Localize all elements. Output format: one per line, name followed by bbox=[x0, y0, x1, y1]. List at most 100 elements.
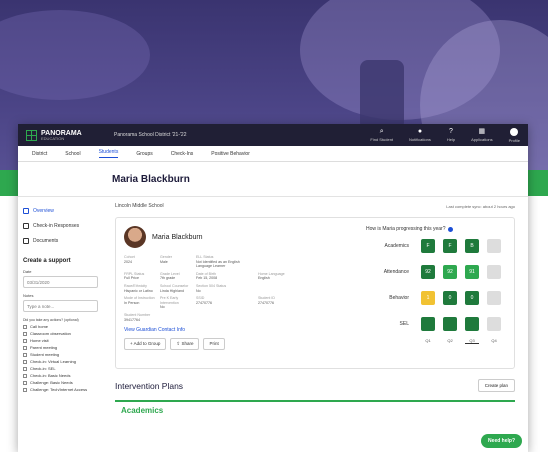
progress-box[interactable]: B bbox=[465, 239, 479, 253]
progress-row: Behavior 1 0 0 bbox=[366, 286, 509, 310]
progress-box[interactable]: 1 bbox=[421, 291, 435, 305]
info-icon[interactable] bbox=[448, 226, 454, 232]
nav-help[interactable]: ? Help bbox=[447, 128, 455, 143]
action-checkbox[interactable]: Check-in: SEL bbox=[23, 366, 98, 371]
info-field: FRPL Status Full Price bbox=[124, 271, 145, 281]
tab-check-ins[interactable]: Check-Ins bbox=[171, 151, 194, 157]
nav-find-student[interactable]: ⌕ Find Student bbox=[370, 128, 393, 143]
action-checkbox[interactable]: Parent meeting bbox=[23, 345, 98, 350]
progress-box[interactable] bbox=[421, 317, 435, 331]
tab-school[interactable]: School bbox=[65, 151, 80, 157]
progress-box[interactable]: 91 bbox=[465, 265, 479, 279]
need-help-button[interactable]: Need help? bbox=[481, 434, 522, 448]
create-plan-button[interactable]: Create plan bbox=[477, 379, 515, 392]
student-info-grid: Cohort 2024 Gender Male ELL Status Not Identi… bbox=[124, 255, 348, 322]
info-field: Race/Ethnicity Hispanic or Latino bbox=[124, 283, 153, 293]
action-checkbox[interactable]: Home visit bbox=[23, 338, 98, 343]
date-label: Date bbox=[23, 269, 32, 274]
progress-box[interactable]: 0 bbox=[465, 291, 479, 305]
info-field: SSID 27470776 bbox=[196, 296, 212, 305]
student-photo bbox=[124, 226, 146, 248]
term-label[interactable]: Q1 bbox=[421, 338, 435, 344]
sidebar-item-check-in-responses[interactable]: Check-in Responses bbox=[23, 218, 98, 233]
district-name: Panorama School District '21-'22 bbox=[114, 132, 187, 138]
progress-question: How is Maria progressing this year? bbox=[366, 226, 509, 232]
notes-label: Notes bbox=[23, 293, 34, 298]
date-field[interactable]: 03/31/2020 bbox=[23, 276, 98, 288]
info-field: Section 504 Status No bbox=[196, 283, 227, 293]
add-to-group-button[interactable]: + Add to Group bbox=[124, 338, 167, 351]
term-label[interactable]: Q4 bbox=[487, 338, 501, 344]
school-name: Lincoln Middle School bbox=[115, 203, 164, 209]
info-field: Gender Male bbox=[160, 255, 172, 264]
action-checkbox[interactable]: Student meeting bbox=[23, 352, 98, 357]
action-checkbox[interactable]: Challenge: Basic Needs bbox=[23, 380, 98, 385]
logo-subtext: EDUCATION bbox=[41, 135, 65, 141]
grid-icon: ▦ bbox=[478, 127, 486, 135]
main-content: Lincoln Middle School Last complete sync… bbox=[103, 197, 523, 430]
background-photo-shape bbox=[0, 10, 150, 100]
action-checkbox[interactable]: Check-in: Basic Needs bbox=[23, 373, 98, 378]
info-field: ELL Status Not Identified as an English L… bbox=[196, 255, 240, 269]
info-field bbox=[258, 284, 314, 293]
progress-box[interactable] bbox=[487, 291, 501, 305]
logo[interactable]: PANORAMA EDUCATION bbox=[26, 129, 114, 141]
info-field bbox=[318, 255, 348, 269]
nav-notifications[interactable]: ● Notifications bbox=[409, 128, 431, 143]
app-window: PANORAMA EDUCATION Panorama School Distr… bbox=[18, 124, 528, 452]
progress-box[interactable]: F bbox=[421, 239, 435, 253]
panorama-logo-icon bbox=[26, 129, 37, 141]
term-labels: Q1 Q2 Q3 Q4 bbox=[366, 338, 509, 344]
action-checkbox[interactable]: Call home bbox=[23, 324, 98, 329]
progress-box[interactable] bbox=[487, 265, 501, 279]
progress-box[interactable]: 0 bbox=[443, 291, 457, 305]
profile-name: Maria Blackburn bbox=[152, 233, 203, 241]
tab-groups[interactable]: Groups bbox=[136, 151, 152, 157]
progress-grid: Academics F F B Attendance 92 92 91 Behavior 1 0 0 S… bbox=[366, 234, 509, 336]
page-title: Maria Blackburn bbox=[112, 174, 190, 185]
checklist-icon bbox=[23, 222, 29, 229]
info-field: Date of Birth Feb 15, 2008 bbox=[196, 271, 218, 281]
interventions-title: Intervention Plans bbox=[115, 380, 184, 391]
progress-label: SEL bbox=[399, 321, 409, 327]
term-label[interactable]: Q2 bbox=[443, 338, 457, 344]
progress-box[interactable]: F bbox=[443, 239, 457, 253]
progress-row: Attendance 92 92 91 bbox=[366, 260, 509, 284]
document-icon bbox=[23, 237, 29, 244]
sidebar-item-overview[interactable]: Overview bbox=[23, 203, 98, 218]
action-checkbox[interactable]: Challenge: Tech/Internet Access bbox=[23, 387, 98, 392]
print-button[interactable]: Print bbox=[203, 338, 225, 351]
info-field bbox=[318, 296, 348, 310]
sidebar: Overview Check-in Responses Documents Cr… bbox=[18, 197, 103, 430]
nav-applications[interactable]: ▦ Applications bbox=[471, 128, 493, 143]
guardian-contact-link[interactable]: View Guardian Contact Info bbox=[124, 327, 348, 333]
overview-icon bbox=[23, 207, 29, 214]
action-checkbox[interactable]: Classroom observation bbox=[23, 331, 98, 336]
progress-box[interactable] bbox=[487, 239, 501, 253]
top-nav: ⌕ Find Student ● Notifications ? Help ▦ Appl… bbox=[370, 127, 520, 143]
info-field: Home Language English bbox=[258, 271, 285, 281]
sidebar-item-documents[interactable]: Documents bbox=[23, 233, 98, 248]
top-bar: PANORAMA EDUCATION Panorama School Distr… bbox=[18, 124, 528, 146]
progress-box[interactable] bbox=[465, 317, 479, 331]
tab-students[interactable]: Students bbox=[98, 149, 119, 158]
bell-icon: ● bbox=[417, 127, 423, 135]
tab-district[interactable]: District bbox=[32, 151, 47, 157]
academics-heading: Academics bbox=[121, 406, 164, 415]
progress-box[interactable]: 92 bbox=[443, 265, 457, 279]
progress-box[interactable] bbox=[443, 317, 457, 331]
action-checkbox[interactable]: Check-in: Virtual Learning bbox=[23, 359, 98, 364]
progress-row: Academics F F B bbox=[366, 234, 509, 258]
info-field: Student ID 27470776 bbox=[258, 296, 275, 305]
info-field bbox=[318, 272, 348, 281]
notes-field[interactable]: Type a note... bbox=[23, 300, 98, 312]
info-field: School Counselor Linda Highland bbox=[160, 283, 189, 293]
term-label[interactable]: Q3 bbox=[465, 338, 479, 344]
nav-profile[interactable]: Profile bbox=[509, 127, 520, 143]
student-profile-card: Maria Blackburn Cohort 2024 Gender Male ELL … bbox=[115, 217, 515, 369]
share-button[interactable]: ⇪ Share bbox=[170, 338, 200, 351]
progress-box[interactable] bbox=[487, 317, 501, 331]
progress-label: Academics bbox=[384, 243, 409, 249]
tab-positive-behavior[interactable]: Positive Behavior bbox=[211, 151, 250, 157]
progress-box[interactable]: 92 bbox=[421, 265, 435, 279]
